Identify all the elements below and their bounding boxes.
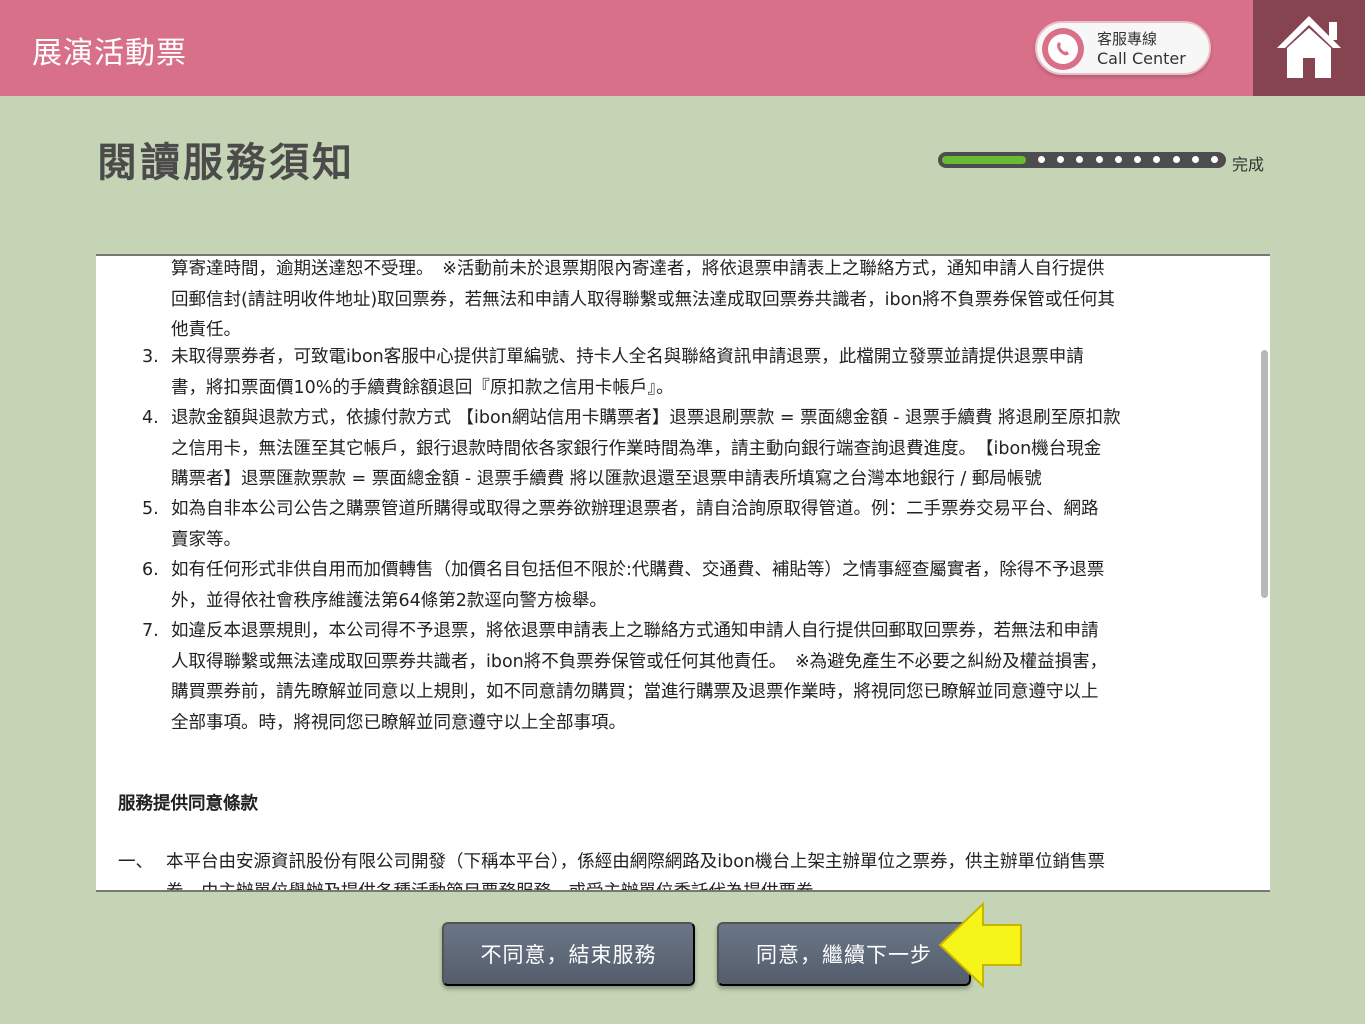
- list-item-number: 4.: [142, 408, 159, 428]
- progress-label: 完成: [1232, 155, 1265, 174]
- home-icon: [1277, 16, 1341, 78]
- section-heading: 服務提供同意條款: [118, 794, 258, 814]
- list-item-text: 退款金額與退款方式，依據付款方式 【ibon網站信用卡購票者】退票退刷票款 = …: [171, 408, 1121, 489]
- progress-dots: [1038, 156, 1218, 164]
- list-item-number: 6.: [142, 560, 159, 580]
- list-item-number: 7.: [142, 621, 159, 641]
- page-title: 閱讀服務須知: [97, 140, 355, 186]
- list-item-text: 如違反本退票規則，本公司得不予退票，將依退票申請表上之聯絡方式通知申請人自行提供…: [171, 621, 1108, 733]
- list-item-text: 如為自非本公司公告之購票管道所購得或取得之票券欲辦理退票者，請自洽詢原取得管道。…: [171, 499, 1099, 550]
- pointer-arrow-icon: [938, 901, 1022, 989]
- terms-paragraph: 算寄達時間，逾期送達恕不受理。 ※活動前未於退票期限內寄達者，將依退票申請表上之…: [171, 259, 1115, 340]
- header-bar: 展演活動票 客服專線 Call Center: [0, 0, 1365, 96]
- list-item-number: 5.: [142, 499, 159, 519]
- home-button[interactable]: [1253, 0, 1365, 96]
- disagree-button[interactable]: 不同意，結束服務: [442, 922, 695, 986]
- progress-fill: [942, 156, 1026, 164]
- terms-scroll-area[interactable]: 算寄達時間，逾期送達恕不受理。 ※活動前未於退票期限內寄達者，將依退票申請表上之…: [96, 254, 1270, 892]
- list-item-text: 如有任何形式非供自用而加價轉售（加價名目包括但不限於:代購費、交通費、補貼等）之…: [171, 560, 1105, 611]
- clause-text: 本平台由安源資訊股份有限公司開發（下稱本平台），係經由網際網路及ibon機台上架…: [166, 852, 1106, 892]
- app-title: 展演活動票: [32, 36, 187, 71]
- clause-number: 一、: [118, 852, 153, 872]
- list-item-text: 未取得票券者，可致電ibon客服中心提供訂單編號、持卡人全名與聯絡資訊申請退票，…: [171, 347, 1084, 398]
- progress-bar: [938, 152, 1226, 168]
- call-center-button[interactable]: 客服專線 Call Center: [1035, 21, 1211, 75]
- scrollbar-thumb[interactable]: [1261, 350, 1268, 598]
- call-center-label-en: Call Center: [1097, 49, 1186, 68]
- list-item-number: 3.: [142, 347, 159, 367]
- phone-icon: [1042, 28, 1084, 70]
- agree-button[interactable]: 同意，繼續下一步: [717, 922, 971, 986]
- call-center-label-zh: 客服專線: [1097, 30, 1158, 48]
